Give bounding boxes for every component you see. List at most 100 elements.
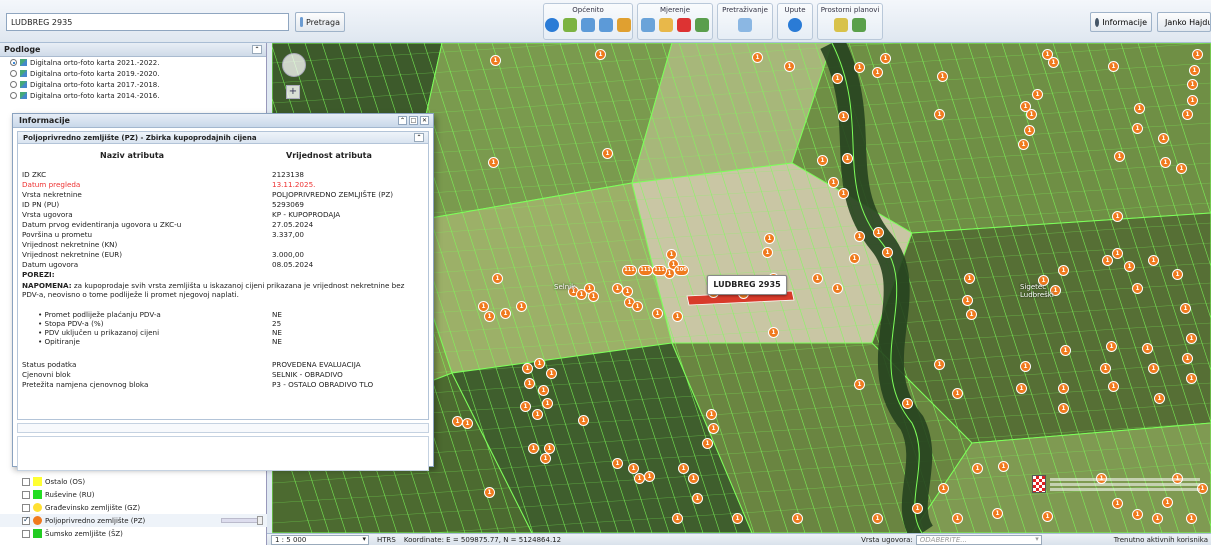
price-marker[interactable]: 1: [838, 188, 849, 199]
price-marker[interactable]: 1: [838, 111, 849, 122]
price-marker[interactable]: 1: [849, 253, 860, 264]
price-marker[interactable]: 1: [880, 53, 891, 64]
checkbox[interactable]: [22, 503, 30, 512]
price-marker[interactable]: 1: [732, 513, 743, 524]
price-marker[interactable]: 1: [1042, 511, 1053, 522]
price-marker[interactable]: 1: [1058, 403, 1069, 414]
price-marker[interactable]: 1: [873, 227, 884, 238]
price-marker[interactable]: 1: [666, 249, 677, 260]
price-marker[interactable]: 1: [1142, 343, 1153, 354]
price-marker[interactable]: 1: [524, 378, 535, 389]
price-marker[interactable]: 1: [1114, 151, 1125, 162]
maximize-icon[interactable]: □: [409, 116, 418, 125]
price-marker[interactable]: 1: [1148, 363, 1159, 374]
layers-tool-icon[interactable]: [563, 18, 577, 32]
price-marker[interactable]: 1: [1132, 123, 1143, 134]
chart-icon[interactable]: [695, 18, 709, 32]
price-marker[interactable]: 1: [595, 49, 606, 60]
price-marker[interactable]: 1: [992, 508, 1003, 519]
price-marker[interactable]: 1: [1134, 103, 1145, 114]
price-marker[interactable]: 1: [500, 308, 511, 319]
price-marker[interactable]: 1: [1108, 61, 1119, 72]
price-marker[interactable]: 1: [1172, 269, 1183, 280]
collapse-icon[interactable]: ⌃: [252, 45, 262, 54]
price-marker[interactable]: 1: [1192, 49, 1203, 60]
collapse-icon[interactable]: ⌃: [414, 133, 424, 142]
price-marker[interactable]: 1: [1060, 345, 1071, 356]
price-marker[interactable]: 1: [488, 157, 499, 168]
price-marker[interactable]: 1: [768, 327, 779, 338]
price-marker[interactable]: 1: [1187, 79, 1198, 90]
price-marker[interactable]: 1: [588, 291, 599, 302]
price-marker[interactable]: 1: [752, 52, 763, 63]
price-marker[interactable]: 1: [652, 308, 663, 319]
price-marker[interactable]: 1: [702, 438, 713, 449]
price-marker[interactable]: 1: [832, 283, 843, 294]
layer-item-sz[interactable]: Šumsko zemljište (ŠZ): [0, 527, 267, 540]
measure-area-icon[interactable]: [641, 18, 655, 32]
scale-select[interactable]: 1 : 5 000: [271, 534, 369, 545]
price-marker[interactable]: 1: [534, 358, 545, 369]
price-marker[interactable]: 1: [812, 273, 823, 284]
price-marker[interactable]: 1: [1186, 333, 1197, 344]
price-marker[interactable]: 1: [688, 473, 699, 484]
base-layers-header[interactable]: Podloge ⌃: [0, 43, 266, 57]
info-window[interactable]: Informacije ⌃ □ ✕ Poljoprivredno zemljiš…: [12, 113, 434, 471]
price-marker[interactable]: 1: [854, 62, 865, 73]
price-marker[interactable]: 1: [1102, 255, 1113, 266]
price-marker[interactable]: 1: [538, 385, 549, 396]
price-cluster-marker[interactable]: 100: [674, 265, 689, 276]
extent-tool-icon[interactable]: [617, 18, 631, 32]
price-marker[interactable]: 1: [1058, 383, 1069, 394]
plan-map-icon[interactable]: [834, 18, 848, 32]
price-marker[interactable]: 1: [516, 301, 527, 312]
price-marker[interactable]: 1: [872, 67, 883, 78]
price-marker[interactable]: 1: [1026, 109, 1037, 120]
price-marker[interactable]: 1: [764, 233, 775, 244]
price-marker[interactable]: 1: [644, 471, 655, 482]
info-subheader[interactable]: Poljoprivredno zemljište (PZ) - Zbirka k…: [17, 131, 429, 144]
price-marker[interactable]: 1: [832, 73, 843, 84]
price-marker[interactable]: 1: [484, 311, 495, 322]
price-marker[interactable]: 1: [706, 409, 717, 420]
price-marker[interactable]: 1: [520, 401, 531, 412]
price-marker[interactable]: 1: [484, 487, 495, 498]
pin-icon[interactable]: [677, 18, 691, 32]
price-marker[interactable]: 1: [966, 309, 977, 320]
price-marker[interactable]: 1: [828, 177, 839, 188]
price-marker[interactable]: 1: [708, 423, 719, 434]
price-marker[interactable]: 1: [532, 409, 543, 420]
price-cluster-marker[interactable]: 111: [652, 265, 667, 276]
price-marker[interactable]: 1: [1112, 248, 1123, 259]
price-marker[interactable]: 1: [1106, 341, 1117, 352]
price-marker[interactable]: 1: [672, 513, 683, 524]
info-button[interactable]: Informacije: [1090, 12, 1152, 32]
price-marker[interactable]: 1: [1182, 109, 1193, 120]
price-marker[interactable]: 1: [540, 453, 551, 464]
price-marker[interactable]: 1: [678, 463, 689, 474]
price-cluster-marker[interactable]: 111: [622, 265, 637, 276]
price-marker[interactable]: 1: [1048, 57, 1059, 68]
price-marker[interactable]: 1: [462, 418, 473, 429]
price-marker[interactable]: 1: [1112, 211, 1123, 222]
price-marker[interactable]: 1: [1112, 498, 1123, 509]
price-marker[interactable]: 1: [692, 493, 703, 504]
price-marker[interactable]: 1: [912, 503, 923, 514]
price-marker[interactable]: 1: [1132, 283, 1143, 294]
radio-icon[interactable]: [10, 70, 17, 77]
price-marker[interactable]: 1: [1132, 509, 1143, 520]
price-marker[interactable]: 1: [528, 443, 539, 454]
price-marker[interactable]: 1: [934, 359, 945, 370]
price-marker[interactable]: 1: [1058, 265, 1069, 276]
price-marker[interactable]: 1: [622, 286, 633, 297]
info-window-titlebar[interactable]: Informacije ⌃ □ ✕: [13, 114, 433, 128]
price-marker[interactable]: 1: [937, 71, 948, 82]
price-marker[interactable]: 1: [872, 513, 883, 524]
price-marker[interactable]: 1: [817, 155, 828, 166]
price-marker[interactable]: 1: [1018, 139, 1029, 150]
price-marker[interactable]: 1: [1189, 65, 1200, 76]
price-marker[interactable]: 1: [1187, 95, 1198, 106]
price-marker[interactable]: 1: [1152, 513, 1163, 524]
checkbox[interactable]: [22, 529, 30, 538]
price-marker[interactable]: 1: [632, 301, 643, 312]
